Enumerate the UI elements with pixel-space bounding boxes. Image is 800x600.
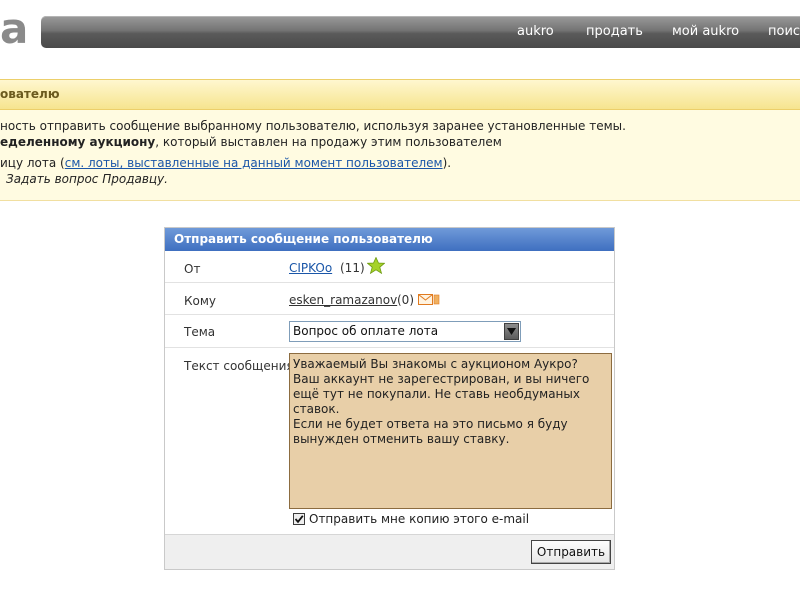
to-label: Кому: [184, 294, 217, 308]
subject-label: Тема: [184, 325, 216, 339]
message-row: Текст сообщения Уважаемый Вы знакомы с а…: [165, 348, 614, 534]
subject-select[interactable]: Вопрос об оплате лота: [289, 321, 521, 342]
top-navigation-bar: aukro продать мой aukro поис: [41, 16, 800, 48]
send-message-form: Отправить сообщение пользователю От CIPK…: [164, 227, 615, 570]
copy-checkbox[interactable]: [293, 513, 305, 525]
from-user-link[interactable]: CIPKOo: [289, 261, 332, 275]
info-line-3: ицу лота (см. лоты, выставленные на данн…: [0, 156, 451, 170]
info-line-2-rest: , который выставлен на продажу этим поль…: [155, 135, 502, 149]
envelope-icon[interactable]: [418, 291, 440, 310]
info-body: ность отправить сообщение выбранному пол…: [0, 110, 800, 201]
seller-lots-link[interactable]: см. лоты, выставленные на данный момент …: [65, 156, 443, 170]
nav-item-sell[interactable]: продать: [586, 16, 643, 48]
info-line-3-post: ).: [442, 156, 452, 170]
from-label: От: [184, 262, 201, 276]
nav-item-search[interactable]: поис: [768, 16, 800, 48]
to-row: Кому esken_ramazanov (0): [165, 283, 614, 315]
message-label: Текст сообщения: [184, 359, 294, 373]
info-line-1: ность отправить сообщение выбранному пол…: [0, 119, 626, 133]
from-row: От CIPKOo (11): [165, 251, 614, 283]
nav-item-aukro[interactable]: aukro: [517, 16, 554, 48]
chevron-down-icon[interactable]: [504, 323, 519, 340]
aukro-logo[interactable]: a: [0, 6, 30, 52]
subject-row: Тема Вопрос об оплате лота: [165, 315, 614, 348]
info-line-4: Задать вопрос Продавцу.: [6, 172, 168, 186]
message-textarea[interactable]: Уважаемый Вы знакомы с аукционом Аукро? …: [289, 353, 612, 509]
info-line-2: еделенному аукциону, который выставлен н…: [0, 135, 502, 149]
to-user-link[interactable]: esken_ramazanov: [289, 293, 397, 307]
form-footer: Отправить: [165, 534, 614, 569]
nav-item-my-aukro[interactable]: мой aukro: [672, 16, 739, 48]
info-line-3-pre: ицу лота (: [0, 156, 65, 170]
form-title: Отправить сообщение пользователю: [165, 228, 614, 251]
info-header-title: ователю: [0, 87, 60, 101]
send-button[interactable]: Отправить: [531, 540, 611, 564]
to-rating: (0): [397, 293, 414, 307]
info-header: ователю: [0, 79, 800, 110]
copy-checkbox-label: Отправить мне копию этого e-mail: [309, 512, 530, 526]
subject-select-value: Вопрос об оплате лота: [293, 324, 439, 338]
info-line-2-bold: еделенному аукциону: [0, 135, 156, 149]
star-icon: [366, 256, 386, 278]
from-rating: (11): [340, 261, 365, 275]
